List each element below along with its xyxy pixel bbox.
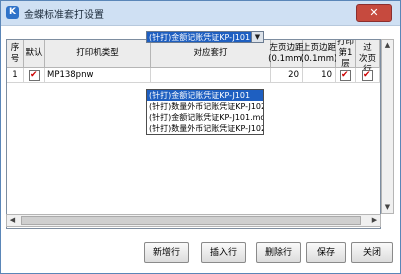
insert-row-button[interactable]: 插入行 (201, 242, 246, 263)
template-dropdown-list: (针打)金额记账凭证KP-J101 (针打)数量外币记账凭证KP-J102.m … (146, 89, 264, 135)
template-combobox[interactable]: (针打)金额记账凭证KP-J101 (146, 31, 264, 43)
scroll-thumb[interactable] (21, 216, 361, 225)
dropdown-option[interactable]: (针打)数量外币记账凭证KP-J102.m (147, 123, 263, 134)
dialog-window: K 金蝶标准套打设置 ✕ 序号 默认 打印机类型 对应套打 左页边距 (0.1m… (0, 0, 401, 274)
scroll-down-icon[interactable]: ▼ (382, 202, 393, 213)
scroll-right-icon[interactable]: ▶ (369, 215, 380, 226)
print-layer1-checkbox[interactable] (340, 68, 351, 82)
delete-row-button[interactable]: 删除行 (256, 242, 301, 263)
horizontal-scrollbar[interactable]: ◀ ▶ (6, 214, 381, 227)
carry-forward-cell (356, 68, 380, 83)
header-top-margin: 上页边距 (0.1mm) (301, 40, 337, 68)
close-button[interactable]: 关闭 (351, 242, 393, 263)
scroll-up-icon[interactable]: ▲ (382, 40, 393, 51)
dropdown-option[interactable]: (针打)金额记账凭证KP-J101.mdf (147, 112, 263, 123)
row-index: 1 (7, 68, 24, 83)
save-button[interactable]: 保存 (306, 242, 346, 263)
left-margin-cell[interactable]: 20 (271, 68, 303, 83)
scroll-left-icon[interactable]: ◀ (7, 215, 18, 226)
print-layer1-cell (336, 68, 356, 83)
close-window-button[interactable]: ✕ (356, 4, 392, 22)
new-row-button[interactable]: 新增行 (144, 242, 189, 263)
dropdown-option[interactable]: (针打)数量外币记账凭证KP-J102.m (147, 101, 263, 112)
default-cell (24, 68, 45, 83)
header-print-layer1: 打印 第1层 (336, 39, 356, 69)
template-cell (151, 68, 271, 83)
vertical-scrollbar[interactable]: ▲ ▼ (381, 39, 394, 214)
app-icon: K (6, 6, 19, 19)
header-printer-type: 打印机类型 (45, 40, 151, 68)
header-carry-forward: 承前过 次页行 (356, 40, 380, 75)
window-title: 金蝶标准套打设置 (24, 10, 104, 21)
printer-type-cell[interactable]: MP138pnw (45, 68, 151, 83)
title-bar: K 金蝶标准套打设置 ✕ (1, 1, 400, 26)
carry-forward-checkbox[interactable] (362, 68, 373, 82)
header-template: 对应套打 (151, 40, 271, 68)
dropdown-option[interactable]: (针打)金额记账凭证KP-J101 (147, 90, 263, 101)
header-default: 默认 (24, 40, 45, 68)
default-checkbox[interactable] (29, 68, 40, 82)
top-margin-cell[interactable]: 10 (303, 68, 336, 83)
chevron-down-icon[interactable]: ▼ (251, 31, 264, 43)
header-index: 序号 (7, 40, 24, 68)
header-left-margin: 左页边距 (0.1mm) (268, 40, 305, 68)
